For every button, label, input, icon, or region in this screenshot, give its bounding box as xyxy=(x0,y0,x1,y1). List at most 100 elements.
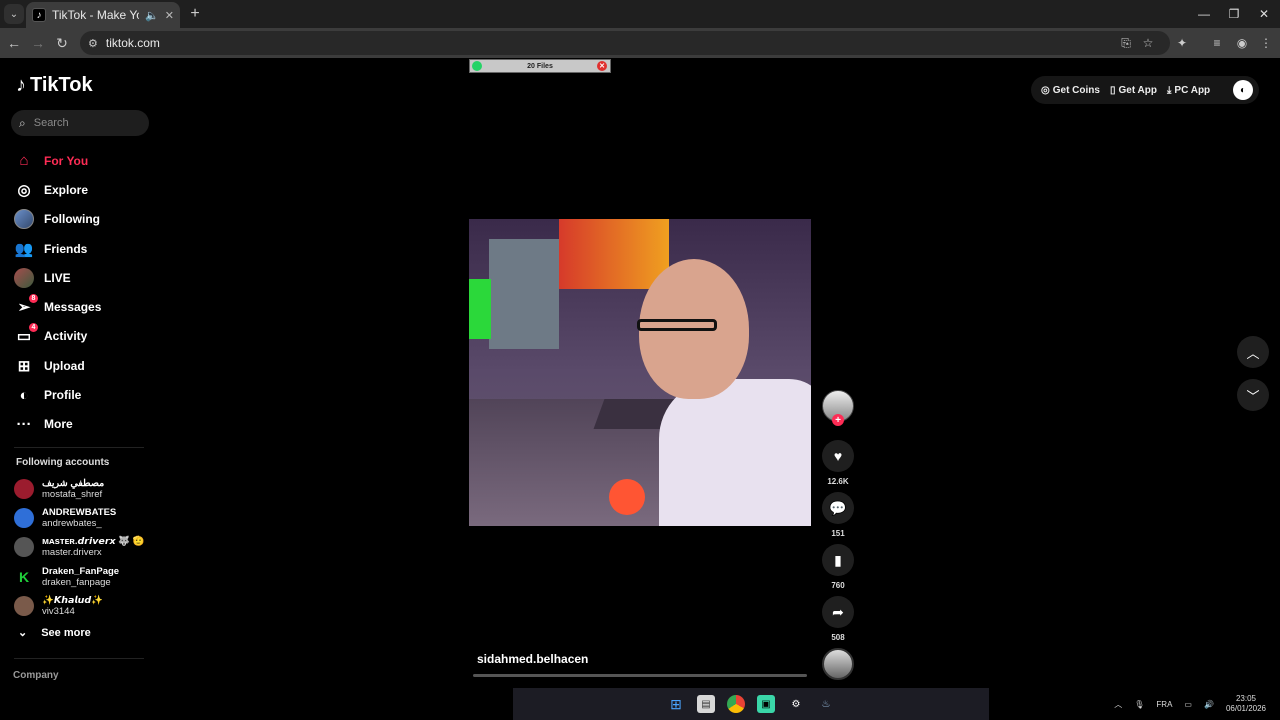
minimize-button[interactable]: — xyxy=(1188,0,1220,28)
nav-item-activity[interactable]: ▭ 4 Activity xyxy=(14,322,160,351)
files-label: 20 Files xyxy=(527,62,553,70)
share-button[interactable]: ➦ xyxy=(822,596,854,628)
speaker-icon[interactable]: 🔈 xyxy=(145,9,159,22)
live-avatar-icon xyxy=(14,267,34,288)
user-avatar[interactable]: ◐ xyxy=(1233,80,1253,100)
language-indicator[interactable]: FRA xyxy=(1156,700,1172,709)
like-button[interactable]: ♥ xyxy=(822,440,854,472)
tab-search-dropdown[interactable]: ⌄ xyxy=(4,4,24,24)
new-tab-button[interactable]: + xyxy=(186,5,204,23)
search-placeholder: Search xyxy=(33,117,69,129)
nav-label: Activity xyxy=(44,329,88,344)
nav-item-more[interactable]: ··· More xyxy=(14,410,160,439)
account-username: mostafa_shref xyxy=(42,488,103,500)
nav-item-for-you[interactable]: ⌂ For You xyxy=(14,146,160,175)
nav-label: Friends xyxy=(44,241,88,256)
nav-item-following[interactable]: Following xyxy=(14,205,160,234)
nav-label: More xyxy=(44,417,73,432)
search-icon: ⌕ xyxy=(19,115,26,130)
nav-item-messages[interactable]: ➢ 8 Messages xyxy=(14,292,160,321)
account-username: draken_fanpage xyxy=(42,576,111,588)
tab-close-button[interactable]: ✕ xyxy=(165,9,174,22)
upload-icon: ⊞ xyxy=(17,357,31,375)
site-info-icon[interactable]: ⚙ xyxy=(88,37,98,50)
avatar xyxy=(14,595,34,616)
phone-icon: ▯ xyxy=(1109,84,1116,96)
window-close-button[interactable]: ✕ xyxy=(1248,0,1280,28)
download-icon: ⤓ xyxy=(1167,84,1172,96)
bookmark-star-icon[interactable]: ☆ xyxy=(1138,33,1158,53)
clock-date: 06/01/2026 xyxy=(1225,704,1266,713)
pc-app-label: PC App xyxy=(1174,84,1211,96)
account-display-name: مصطفي شريف xyxy=(42,477,105,489)
get-app-button[interactable]: ▯ Get App xyxy=(1110,85,1157,96)
logo-text: TikTok xyxy=(30,74,93,96)
following-account-item[interactable]: ᴍᴀsᴛᴇʀ.𝙙𝙧𝙞𝙫𝙚𝙧𝙭 🐺 🫡 master.driverx xyxy=(14,533,160,562)
company-link[interactable]: Company xyxy=(13,670,59,681)
like-count: 12.6K xyxy=(827,477,849,486)
nav-label: Following xyxy=(44,212,100,227)
video-progress-bar[interactable] xyxy=(473,674,807,677)
clock[interactable]: 23:05 06/01/2026 xyxy=(1226,694,1266,714)
heart-icon: ♥ xyxy=(833,448,843,464)
files-widget[interactable]: 20 Files ✕ xyxy=(469,59,611,73)
video-frame-person xyxy=(659,379,811,526)
address-bar[interactable]: ⚙ tiktok.com xyxy=(80,31,1170,55)
see-more-button[interactable]: ⌄ See more xyxy=(18,626,91,640)
browser-menu-icon[interactable]: ⋮ xyxy=(1256,33,1276,53)
media-controls-icon[interactable]: ≡ xyxy=(1207,33,1227,53)
file-explorer-icon[interactable]: ▤ xyxy=(697,695,715,713)
reload-icon[interactable]: ↻ xyxy=(52,33,72,53)
follow-plus-icon[interactable]: + xyxy=(832,414,844,426)
chrome-icon[interactable] xyxy=(727,695,745,713)
messages-icon: ➢ 8 xyxy=(14,294,38,317)
video-player[interactable] xyxy=(469,219,811,526)
whatsapp-icon xyxy=(472,61,482,71)
previous-video-button[interactable]: ︿ xyxy=(1237,336,1269,368)
activity-icon: ▭ 4 xyxy=(14,323,38,346)
nav-item-explore[interactable]: ◎ Explore xyxy=(14,175,160,204)
following-account-item[interactable]: ANDREWBATES andrewbates_ xyxy=(14,503,160,532)
following-accounts-title: Following accounts xyxy=(16,457,110,468)
nav-item-upload[interactable]: ⊞ Upload xyxy=(14,351,160,380)
install-app-icon[interactable]: ⎘ xyxy=(1116,33,1136,53)
following-account-item[interactable]: K Draken_FanPage draken_fanpage xyxy=(14,562,160,591)
steam-icon[interactable]: ♨ xyxy=(817,695,835,713)
get-coins-button[interactable]: ◎ Get Coins xyxy=(1041,85,1100,96)
nav-item-live[interactable]: LIVE xyxy=(14,263,160,292)
video-frame-object xyxy=(609,479,645,515)
next-video-button[interactable]: ﹀ xyxy=(1237,379,1269,411)
tray-overflow-icon[interactable]: ︿ xyxy=(1114,699,1122,710)
comment-icon: 💬 xyxy=(829,499,847,516)
network-icon[interactable]: ▭ xyxy=(1184,700,1192,709)
forward-arrow-icon[interactable]: → xyxy=(28,33,48,53)
close-icon[interactable]: ✕ xyxy=(597,61,607,71)
pc-app-button[interactable]: ⤓ PC App xyxy=(1167,85,1210,96)
nav-item-friends[interactable]: 👥 Friends xyxy=(14,234,160,263)
nav-label: Upload xyxy=(44,358,85,373)
following-account-item[interactable]: ✨𝙆𝙝𝙖𝙡𝙪𝙙✨ viv3144 xyxy=(14,591,160,620)
extensions-icon[interactable]: ✦ xyxy=(1172,33,1192,53)
save-button[interactable]: ▮ xyxy=(822,544,854,576)
browser-tab-bar: ⌄ ♪ TikTok - Make Your Day 🔈 ✕ + — ❐ ✕ xyxy=(0,0,1280,28)
comment-button[interactable]: 💬 xyxy=(822,492,854,524)
search-input[interactable]: ⌕ Search xyxy=(11,110,149,136)
tiktok-logo[interactable]: ♪ TikTok xyxy=(16,74,93,97)
following-account-item[interactable]: مصطفي شريف mostafa_shref xyxy=(14,474,160,503)
restore-button[interactable]: ❐ xyxy=(1218,0,1250,28)
nav-item-profile[interactable]: ◐ Profile xyxy=(14,380,160,409)
browser-tab-tiktok[interactable]: ♪ TikTok - Make Your Day 🔈 ✕ xyxy=(26,2,180,28)
see-more-label: See more xyxy=(41,626,91,639)
share-icon: ➦ xyxy=(832,603,844,620)
video-author[interactable]: sidahmed.belhacen xyxy=(477,652,588,666)
app-icon[interactable]: ▣ xyxy=(757,695,775,713)
windows-start-icon[interactable]: ⊞ xyxy=(667,695,685,713)
volume-icon[interactable]: 🔊 xyxy=(1204,700,1214,709)
taskbar: ⊞ ▤ ▣ ⚙ ♨ xyxy=(513,688,989,720)
steelseries-icon[interactable]: ⚙ xyxy=(787,695,805,713)
music-disc-avatar[interactable] xyxy=(822,648,854,680)
profile-avatar-icon[interactable]: ◉ xyxy=(1232,33,1252,53)
back-arrow-icon[interactable]: ← xyxy=(4,33,24,53)
account-display-name: ANDREWBATES xyxy=(42,506,117,518)
microphone-icon[interactable]: 🎙 xyxy=(1134,700,1144,709)
